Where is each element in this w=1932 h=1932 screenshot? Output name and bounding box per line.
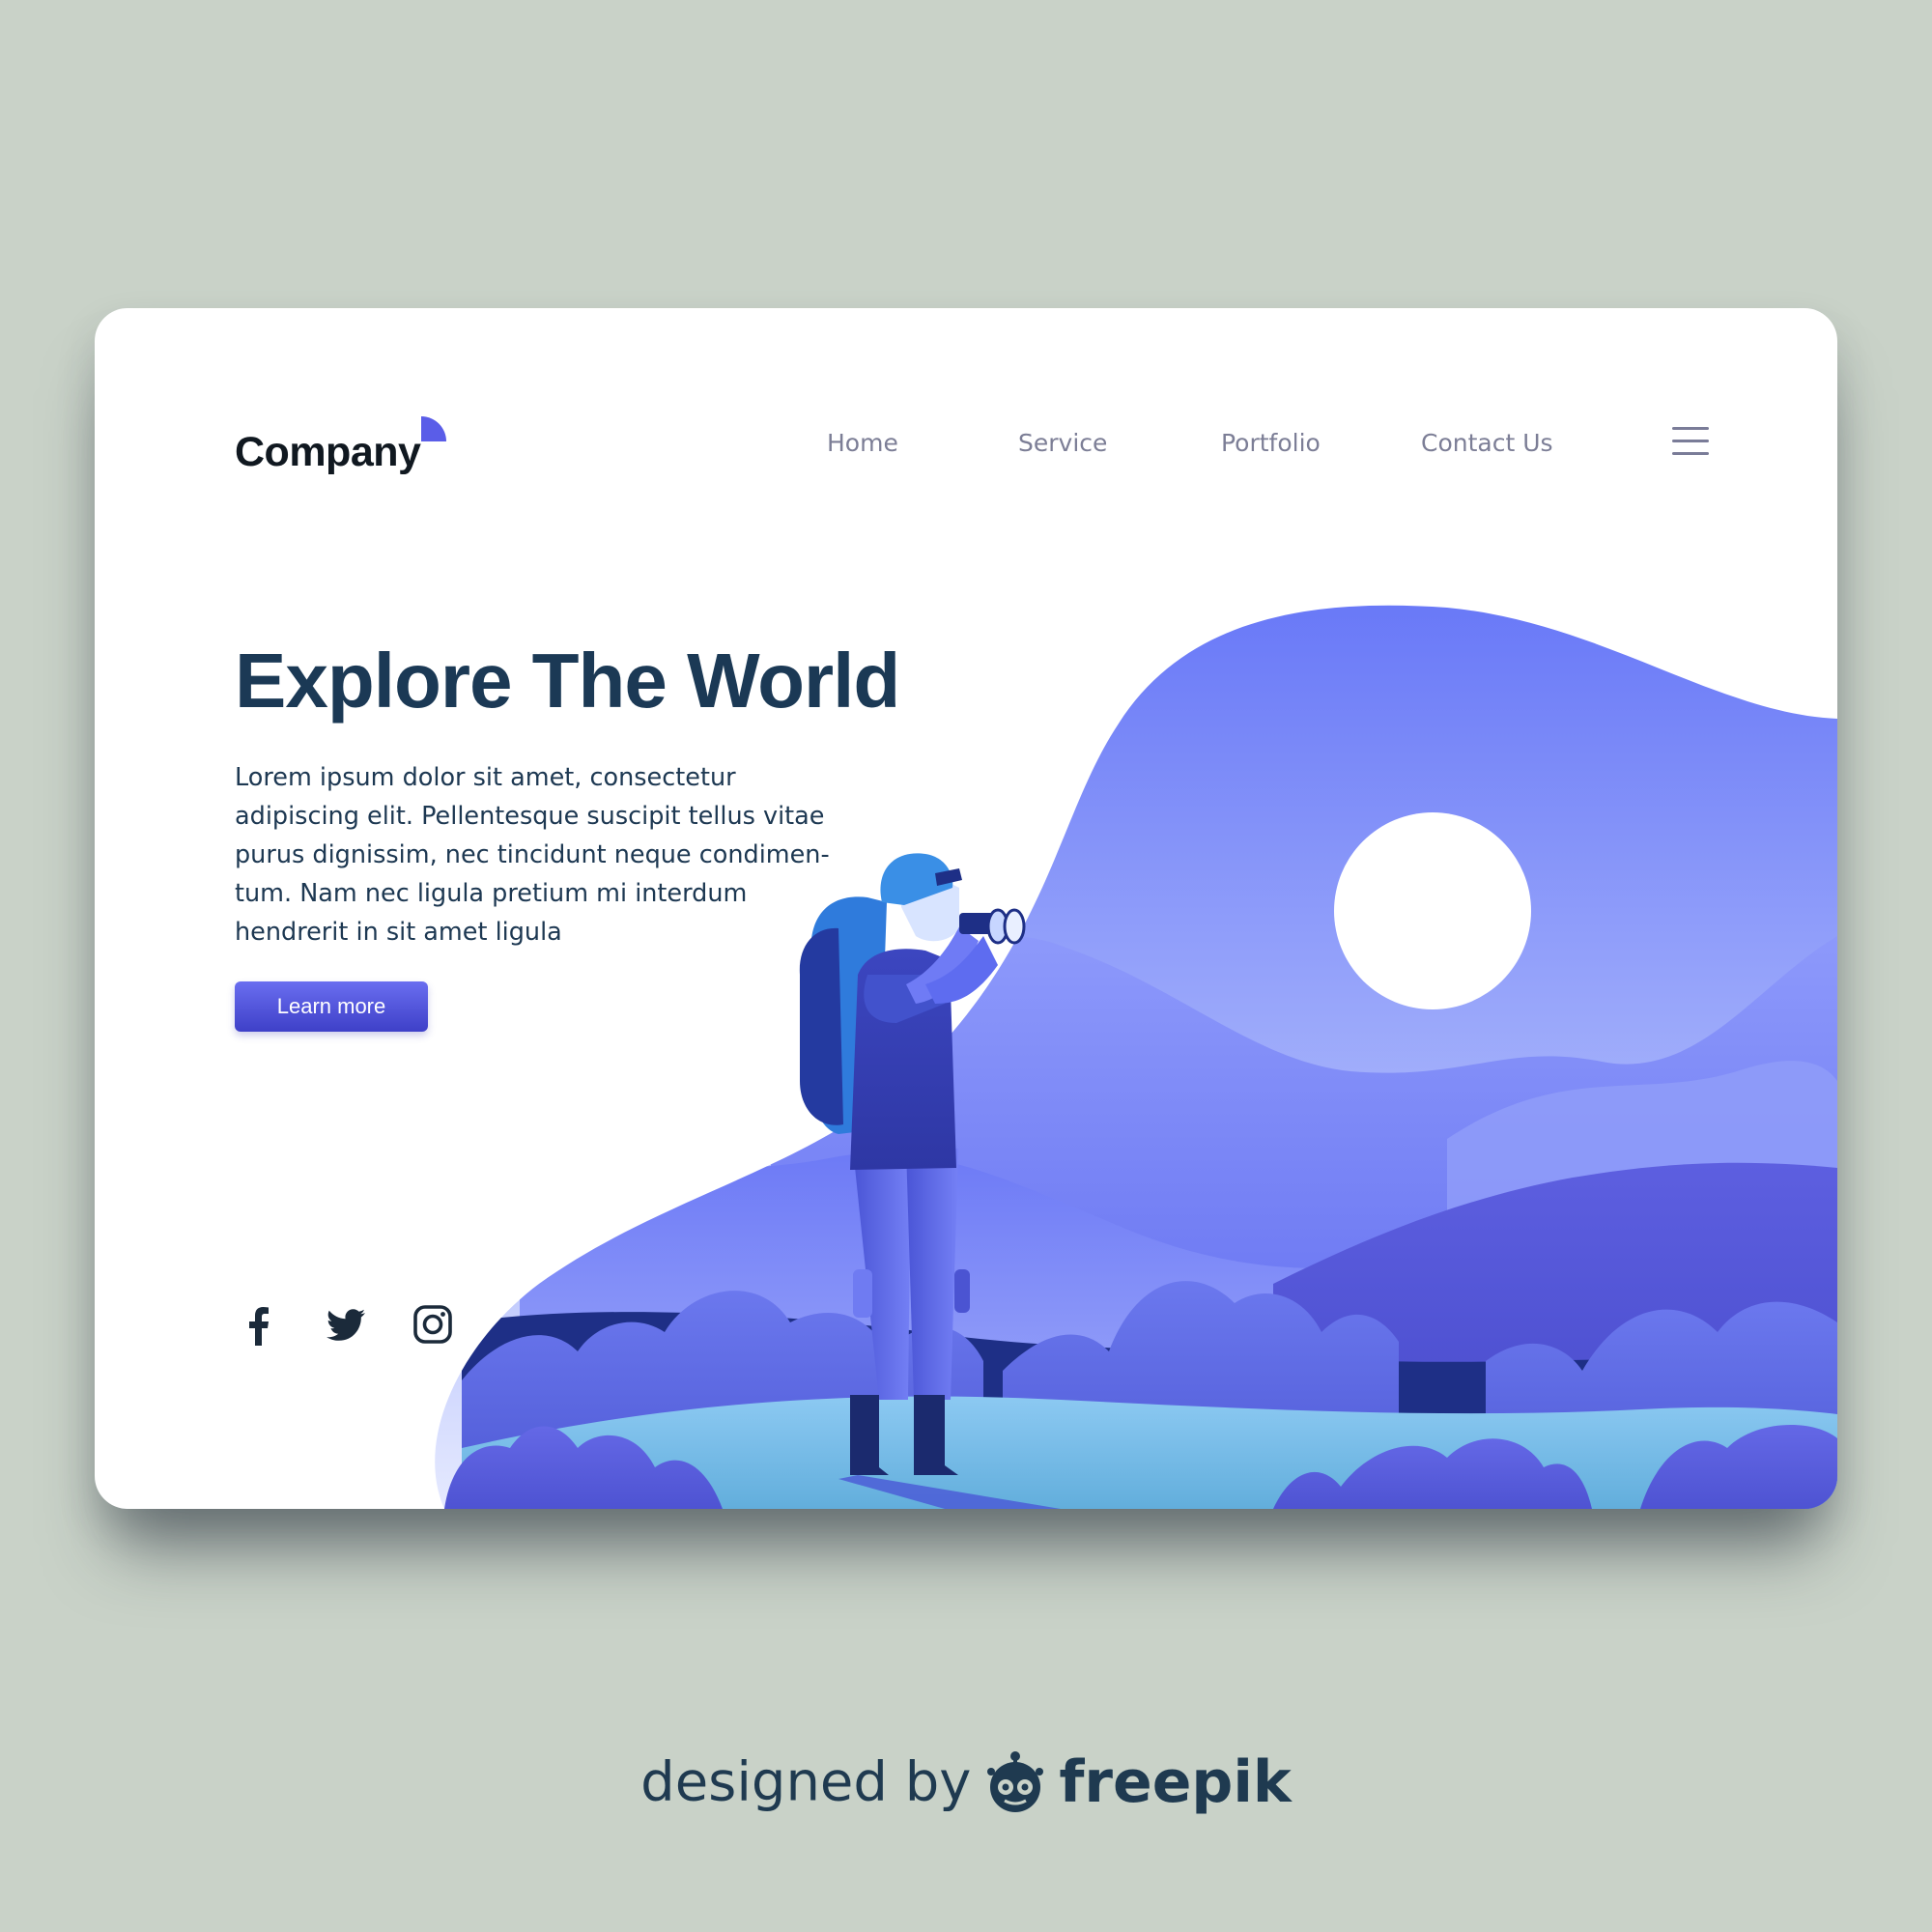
freepik-logo-icon [986, 1751, 1043, 1812]
nav-contact-us[interactable]: Contact Us [1421, 429, 1553, 457]
hero-description: Lorem ipsum dolor sit amet, consectetur … [235, 763, 830, 947]
company-logo[interactable]: Company [235, 429, 421, 476]
facebook-icon[interactable] [238, 1303, 280, 1346]
nav-home[interactable]: Home [827, 429, 898, 457]
learn-more-button[interactable]: Learn more [235, 981, 428, 1032]
credit-line: designed by freepik [0, 1748, 1932, 1826]
instagram-icon[interactable] [412, 1303, 454, 1346]
credit-brand: freepik [1059, 1748, 1292, 1816]
landing-page-card: Company Home Service Portfolio Contact U… [95, 308, 1837, 1509]
credit-prefix: designed by [640, 1750, 972, 1814]
nav-service[interactable]: Service [1018, 429, 1107, 457]
twitter-icon[interactable] [325, 1303, 367, 1346]
hero-title: Explore The World [235, 638, 900, 724]
logo-mark-icon [421, 416, 446, 441]
nav-portfolio[interactable]: Portfolio [1221, 429, 1321, 457]
hamburger-menu-icon[interactable] [1672, 427, 1709, 456]
